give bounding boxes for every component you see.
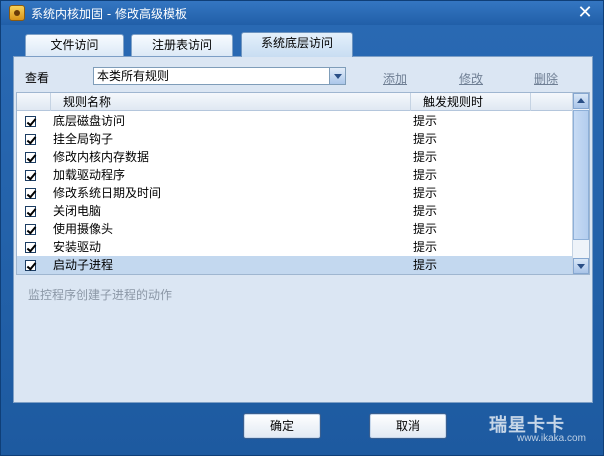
- rule-trigger: 提示: [413, 168, 438, 182]
- rule-checkbox[interactable]: [25, 242, 36, 253]
- rule-name: 安装驱动: [53, 240, 102, 254]
- rule-name: 挂全局钩子: [53, 132, 114, 146]
- rule-checkbox[interactable]: [25, 224, 36, 235]
- cancel-button[interactable]: 取消: [369, 413, 447, 439]
- table-row[interactable]: 加载驱动程序 提示: [17, 166, 573, 184]
- rule-checkbox[interactable]: [25, 260, 36, 271]
- header-rule-name[interactable]: 规则名称: [51, 93, 411, 111]
- rule-trigger: 提示: [413, 150, 438, 164]
- edit-button[interactable]: 修改: [459, 70, 483, 87]
- rule-trigger: 提示: [413, 114, 438, 128]
- rule-name: 启动子进程: [53, 258, 114, 272]
- rule-trigger: 提示: [413, 258, 438, 272]
- rule-checkbox[interactable]: [25, 170, 36, 181]
- app-shield-icon: [9, 5, 25, 21]
- close-button[interactable]: ✕: [575, 3, 595, 23]
- rule-trigger: 提示: [413, 132, 438, 146]
- tab-file-access[interactable]: 文件访问: [25, 34, 124, 56]
- view-label: 查看: [25, 71, 50, 85]
- rule-filter-value: 本类所有规则: [97, 69, 170, 83]
- rule-description: 监控程序创建子进程的动作: [28, 288, 173, 302]
- scroll-up-icon[interactable]: [573, 93, 589, 109]
- rule-checkbox[interactable]: [25, 188, 36, 199]
- window-title: 系统内核加固 - 修改高级模板: [31, 7, 187, 21]
- scroll-down-icon[interactable]: [573, 258, 589, 274]
- rule-trigger: 提示: [413, 222, 438, 236]
- dialog-window: 系统内核加固 - 修改高级模板 ✕ 文件访问 注册表访问 系统底层访问 查看 本…: [0, 0, 604, 456]
- watermark-url: www.ikaka.com: [517, 433, 586, 444]
- rule-trigger: 提示: [413, 204, 438, 218]
- table-row[interactable]: 修改内核内存数据 提示: [17, 148, 573, 166]
- rule-name: 使用摄像头: [53, 222, 114, 236]
- title-bar[interactable]: 系统内核加固 - 修改高级模板 ✕: [1, 1, 603, 25]
- header-trigger[interactable]: 触发规则时: [411, 93, 531, 111]
- rule-name: 修改系统日期及时间: [53, 186, 162, 200]
- rule-checkbox[interactable]: [25, 134, 36, 145]
- rule-checkbox[interactable]: [25, 116, 36, 127]
- list-scrollbar[interactable]: [572, 93, 589, 274]
- rule-name: 底层磁盘访问: [53, 114, 126, 128]
- table-row[interactable]: 挂全局钩子 提示: [17, 130, 573, 148]
- rule-name: 加载驱动程序: [53, 168, 126, 182]
- table-row[interactable]: 使用摄像头 提示: [17, 220, 573, 238]
- chevron-down-icon[interactable]: [329, 68, 345, 84]
- table-row[interactable]: 底层磁盘访问 提示: [17, 112, 573, 130]
- table-row[interactable]: 安装驱动 提示: [17, 238, 573, 256]
- table-row[interactable]: 修改系统日期及时间 提示: [17, 184, 573, 202]
- rule-name: 修改内核内存数据: [53, 150, 150, 164]
- add-button[interactable]: 添加: [383, 70, 407, 87]
- rules-list: 规则名称 触发规则时 底层磁盘访问 提示 挂全局钩子 提示 修改内核内存数据 提…: [16, 92, 590, 275]
- table-row-selected[interactable]: 启动子进程 提示: [17, 256, 573, 274]
- delete-button[interactable]: 删除: [534, 70, 558, 87]
- ok-button[interactable]: 确定: [243, 413, 321, 439]
- tab-system-low-level-access[interactable]: 系统底层访问: [241, 32, 353, 57]
- rule-trigger: 提示: [413, 240, 438, 254]
- list-header: 规则名称 触发规则时: [17, 93, 573, 111]
- rule-filter-select[interactable]: 本类所有规则: [93, 67, 346, 85]
- rule-trigger: 提示: [413, 186, 438, 200]
- scroll-thumb[interactable]: [573, 110, 589, 240]
- tab-registry-access[interactable]: 注册表访问: [131, 34, 233, 56]
- header-checkbox-col[interactable]: [17, 93, 51, 111]
- table-row[interactable]: 关闭电脑 提示: [17, 202, 573, 220]
- rule-checkbox[interactable]: [25, 206, 36, 217]
- rule-checkbox[interactable]: [25, 152, 36, 163]
- tab-panel: 查看 本类所有规则 添加 修改 删除 规则名称 触发规则时 底层磁盘访问 提示 …: [13, 56, 593, 403]
- rule-name: 关闭电脑: [53, 204, 102, 218]
